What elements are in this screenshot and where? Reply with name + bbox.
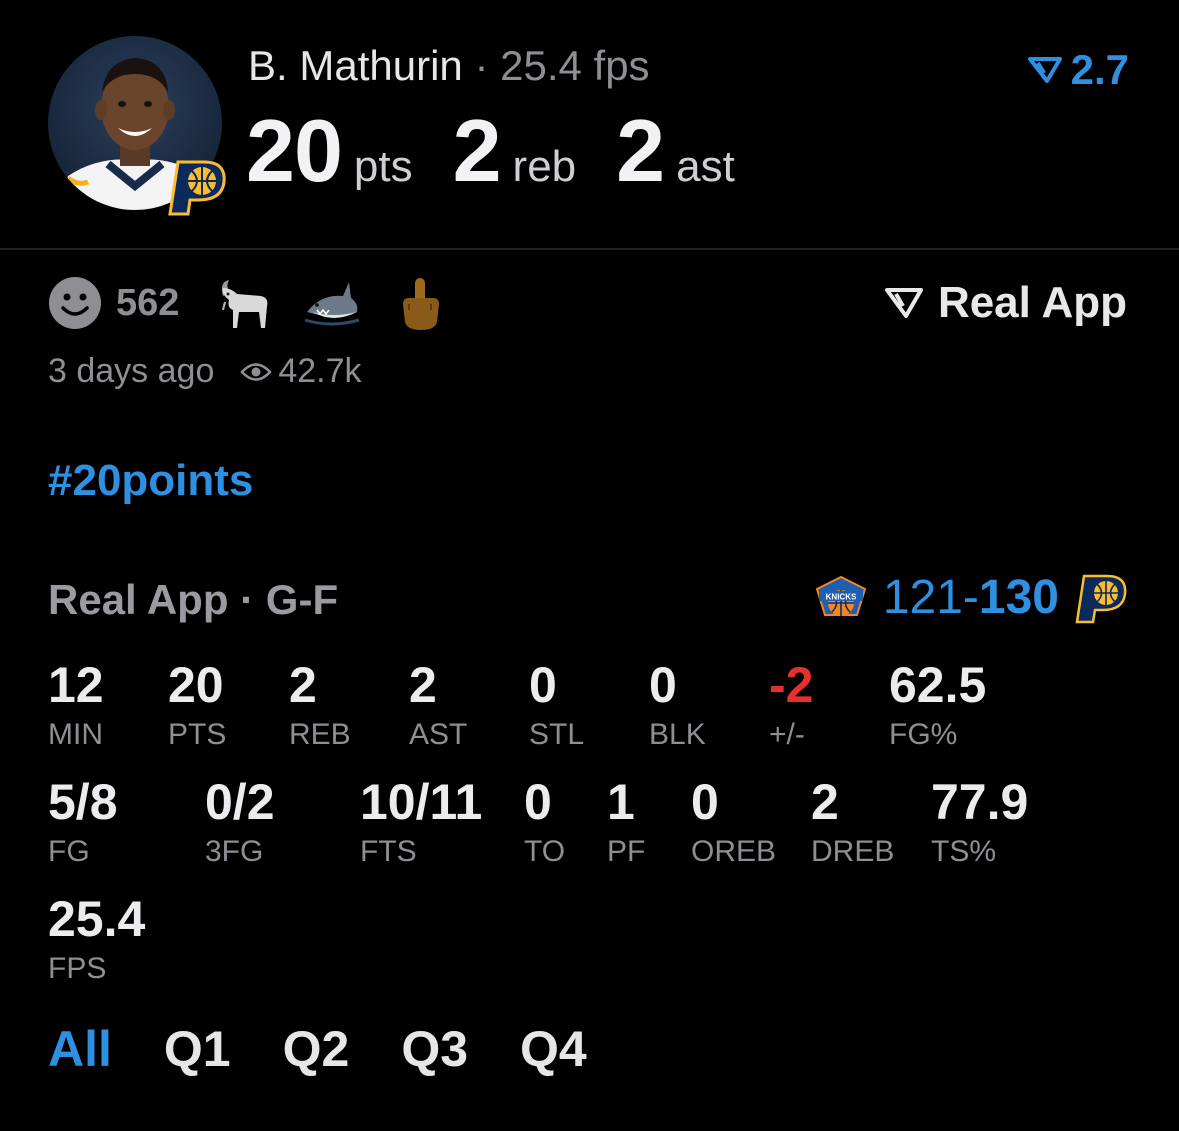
title-separator: · (474, 42, 489, 89)
stat-label: 3FG (205, 835, 264, 868)
stat-value: 0/2 (205, 774, 275, 830)
stat-value: 25.4 (48, 891, 146, 947)
stat-ast: 2 AST (409, 660, 467, 750)
tab-q1[interactable]: Q1 (164, 1020, 231, 1078)
stat-blk: 0 BLK (649, 660, 706, 750)
points-unit: pts (353, 142, 413, 191)
source-link-button[interactable]: Real App (884, 278, 1127, 328)
stat-fps: 25.4 FPS (48, 894, 145, 984)
game-score[interactable]: KNICKS 121 - 130 (813, 570, 1129, 625)
stat-value: 12 (48, 657, 104, 713)
time-ago: 3 days ago (48, 352, 215, 390)
stat-value: 0 (649, 657, 677, 713)
stat-value: 1 (607, 774, 635, 830)
rebounds-unit: reb (512, 142, 577, 191)
stat-value: 5/8 (48, 774, 118, 830)
stat-value: 62.5 (889, 657, 987, 713)
reactions-bar: 562 (48, 276, 479, 330)
away-score: 121 (882, 571, 963, 624)
stat-value: 0 (529, 657, 557, 713)
stat-label: OREB (691, 835, 777, 868)
stat-fts: 10/11 FTS (360, 777, 482, 867)
reaction-count: 562 (116, 281, 180, 324)
real-logo-icon (884, 288, 923, 318)
knicks-logo-icon: KNICKS (815, 575, 867, 616)
stat-oreb: 0 OREB (691, 777, 776, 867)
period-tabs: All Q1 Q2 Q3 Q4 (48, 1020, 639, 1078)
stat-fg: 5/8 FG (48, 777, 118, 867)
stat-pf: 1 PF (607, 777, 645, 867)
goat-icon[interactable] (215, 274, 273, 332)
score-dash: - (962, 571, 979, 624)
svg-text:KNICKS: KNICKS (825, 592, 856, 601)
hashtag-link[interactable]: #20points (48, 456, 253, 506)
pacers-logo-icon (168, 160, 226, 216)
stat-ts-pct: 77.9 TS% (931, 777, 1028, 867)
stat-label: MIN (48, 718, 103, 751)
stat-value: 2 (811, 774, 839, 830)
stat-fg-pct: 62.5 FG% (889, 660, 986, 750)
fantasy-points: 25.4 fps (500, 42, 650, 89)
stat-min: 12 MIN (48, 660, 104, 750)
stat-label: PTS (168, 718, 227, 751)
stat-value: 0 (524, 774, 552, 830)
tab-q2[interactable]: Q2 (283, 1020, 350, 1078)
middle-finger-icon[interactable] (391, 274, 449, 332)
stat-value: 2 (409, 657, 437, 713)
real-logo-icon (1027, 57, 1062, 83)
stat-label: FPS (48, 952, 107, 985)
stat-label: FTS (360, 835, 417, 868)
stat-value: 2 (289, 657, 317, 713)
stat-label: BLK (649, 718, 706, 751)
stat-label: PF (607, 835, 646, 868)
stat-dreb: 2 DREB (811, 777, 894, 867)
view-count: 42.7k (278, 352, 362, 390)
stat-value: 10/11 (360, 774, 483, 830)
stat-3fg: 0/2 3FG (205, 777, 275, 867)
stat-label: FG% (889, 718, 958, 751)
rebounds-value: 2 (452, 101, 502, 200)
stat-value: -2 (769, 657, 814, 713)
tab-q4[interactable]: Q4 (520, 1020, 587, 1078)
stat-label: TS% (931, 835, 997, 868)
player-title: B. Mathurin · 25.4 fps (248, 42, 650, 90)
stat-label: STL (529, 718, 585, 751)
pacers-logo-icon (1075, 574, 1127, 623)
smiley-reaction-icon[interactable] (48, 276, 102, 330)
stat-label: DREB (811, 835, 895, 868)
header-divider (0, 248, 1179, 250)
source-label: Real App (937, 278, 1127, 327)
headline-statline: 20 pts 2 reb 2 ast (246, 100, 735, 202)
panel-title: Real App · G-F (48, 576, 339, 623)
stat-plus-minus: -2 +/- (769, 660, 813, 750)
tab-all[interactable]: All (48, 1020, 112, 1078)
stat-label: REB (289, 718, 351, 751)
rating-value: 2.7 (1070, 46, 1129, 93)
rating-badge[interactable]: 2.7 (1027, 46, 1129, 94)
home-score: 130 (978, 571, 1059, 624)
stat-value: 77.9 (931, 774, 1029, 830)
assists-value: 2 (616, 101, 665, 200)
stat-to: 0 TO (524, 777, 565, 867)
player-name[interactable]: B. Mathurin (248, 42, 463, 89)
tab-q3[interactable]: Q3 (401, 1020, 468, 1078)
stat-value: 20 (168, 657, 224, 713)
stat-pts: 20 PTS (168, 660, 226, 750)
post-meta: 3 days ago 42.7k (48, 352, 362, 391)
stat-reb: 2 REB (289, 660, 351, 750)
stat-label: AST (409, 718, 468, 751)
eye-icon (240, 362, 273, 381)
stat-label: FG (48, 835, 90, 868)
shark-icon[interactable] (303, 274, 361, 332)
points-value: 20 (246, 101, 343, 200)
stat-label: +/- (769, 718, 805, 751)
stat-label: TO (524, 835, 566, 868)
stat-value: 0 (691, 774, 719, 830)
stat-stl: 0 STL (529, 660, 584, 750)
assists-unit: ast (676, 142, 735, 191)
